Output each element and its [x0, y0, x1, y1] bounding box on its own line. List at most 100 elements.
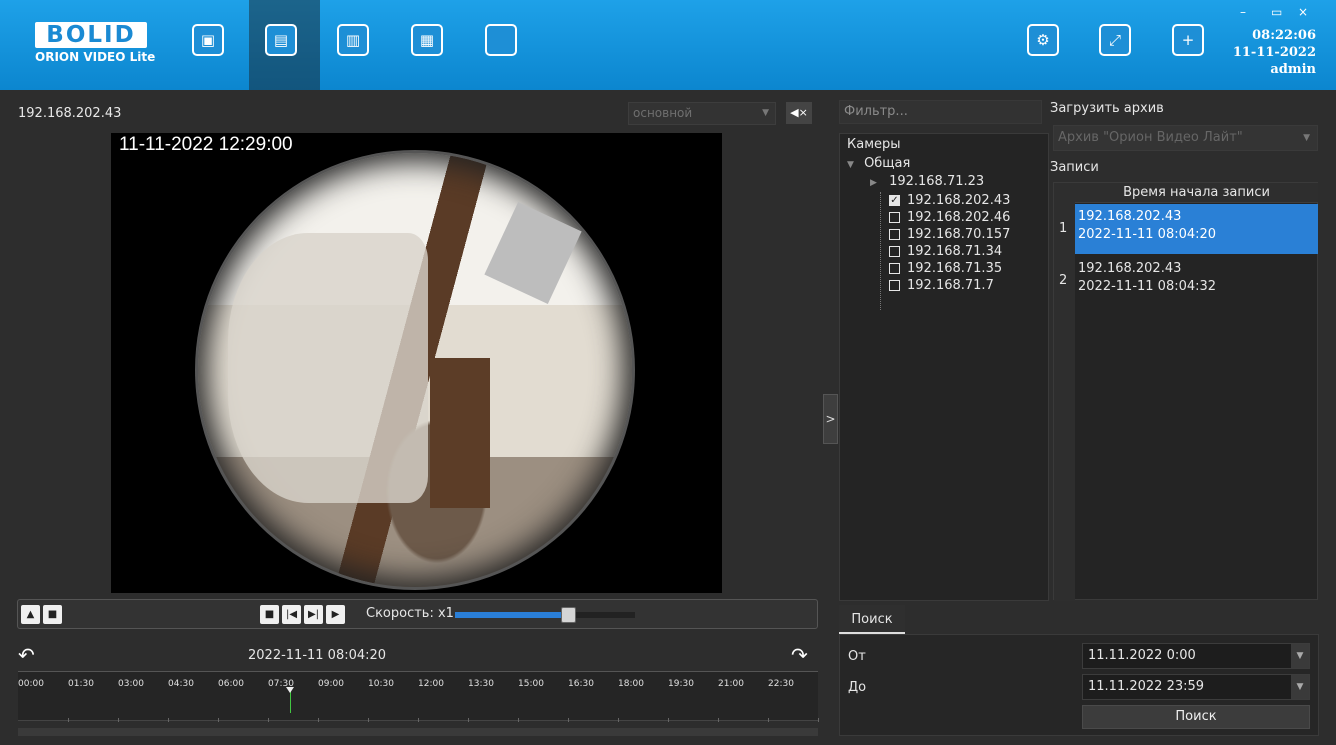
video-projector-shape — [484, 201, 582, 305]
timeline-tick-label: 13:30 — [468, 679, 494, 689]
timeline-tick-label: 06:00 — [218, 679, 244, 689]
nav-plan-button[interactable]: ▦ — [411, 24, 443, 56]
timeline-forward-button[interactable]: ↷ — [791, 643, 808, 667]
step-back-button[interactable]: |◀ — [282, 605, 301, 624]
archive-source-value: Архив "Орион Видео Лайт" — [1058, 130, 1243, 145]
timeline-scrollbar[interactable] — [18, 728, 818, 736]
clock-time: 08:22:06 — [1252, 28, 1316, 43]
camera-tree: Камеры ▼ Общая ▶ 192.168.71.23 ✓ 192.168.… — [839, 133, 1049, 601]
add-window-button[interactable]: + — [1172, 24, 1204, 56]
search-button[interactable]: Поиск — [1082, 705, 1310, 729]
from-date-field[interactable]: 11.11.2022 0:00 ▼ — [1082, 643, 1310, 669]
timeline-tick-mark — [568, 718, 569, 722]
timeline-tick-mark — [618, 718, 619, 722]
settings-button[interactable]: ⚙ — [1027, 24, 1059, 56]
timeline-tick-label: 22:30 — [768, 679, 794, 689]
tree-connector-line — [880, 192, 881, 310]
checkbox-checked[interactable]: ✓ — [889, 195, 900, 206]
maximize-icon[interactable]: ▭ — [1271, 5, 1282, 19]
tab-search[interactable]: Поиск — [839, 605, 905, 634]
records-table-row[interactable]: 2 192.168.202.43 2022-11-11 08:04:32 — [1054, 256, 1318, 306]
tree-camera-item[interactable]: ✓ 192.168.202.43 — [889, 192, 1010, 209]
timeline-tick-mark — [168, 718, 169, 722]
timeline-back-button[interactable]: ↶ — [18, 643, 35, 667]
save-button[interactable]: ■ — [43, 605, 62, 624]
video-view[interactable]: 11-11-2022 12:29:00 — [111, 133, 722, 593]
tree-camera-list: ✓ 192.168.202.43 192.168.202.46 192.168.70.… — [889, 192, 1010, 294]
speaker-mute-icon: ◀× — [790, 106, 808, 119]
nav-monitor-button[interactable] — [485, 24, 517, 56]
tree-camera-item[interactable]: 192.168.71.35 — [889, 260, 1010, 277]
speed-slider-fill — [455, 612, 568, 618]
checkbox[interactable] — [889, 229, 900, 240]
speed-label: Скорость: x1 — [366, 606, 454, 621]
nav-archive-button[interactable]: ▤ — [265, 24, 297, 56]
archive-clapper-icon: ▤ — [273, 31, 289, 49]
checkbox[interactable] — [889, 246, 900, 257]
close-icon[interactable]: × — [1298, 5, 1308, 19]
tree-camera-ip: 192.168.70.157 — [907, 227, 1011, 242]
record-cell[interactable]: 192.168.202.43 2022-11-11 08:04:32 — [1075, 256, 1318, 306]
tree-camera-item[interactable]: 192.168.71.7 — [889, 277, 1010, 294]
chevron-down-icon[interactable]: ▼ — [1291, 675, 1309, 699]
checkbox[interactable] — [889, 280, 900, 291]
video-wall-shape — [228, 233, 428, 503]
tree-camera-item[interactable]: 192.168.71.34 — [889, 243, 1010, 260]
snapshot-button[interactable]: ▲ — [21, 605, 40, 624]
timeline-tick-mark — [318, 718, 319, 722]
tree-camera-ip: 192.168.71.35 — [907, 261, 1003, 276]
save-icon: ■ — [47, 609, 58, 620]
timeline-tick-label: 19:30 — [668, 679, 694, 689]
camera-filter-input[interactable]: Фильтр... — [839, 100, 1042, 124]
stop-button[interactable]: ■ — [260, 605, 279, 624]
records-table: Время начала записи 1 192.168.202.43 2022-… — [1053, 182, 1318, 601]
archive-source-select[interactable]: Архив "Орион Видео Лайт" ▼ — [1053, 125, 1318, 151]
speed-slider-handle[interactable] — [561, 607, 576, 623]
load-archive-label: Загрузить архив — [1050, 101, 1164, 116]
mute-button[interactable]: ◀× — [786, 102, 812, 124]
step-back-icon: |◀ — [285, 609, 298, 620]
play-button[interactable]: ▶ — [326, 605, 345, 624]
collapse-panel-button[interactable]: > — [823, 394, 838, 444]
playback-control-bar: ▲ ■ ■ |◀ ▶| ▶ Скорость: x1 — [17, 599, 818, 629]
timeline-position-marker[interactable] — [286, 687, 294, 713]
timeline-tick-mark — [718, 718, 719, 722]
search-panel: От 11.11.2022 0:00 ▼ До 11.11.2022 23:59… — [839, 634, 1319, 736]
clock: 08:22:06 11-11-2022 admin — [1232, 27, 1316, 78]
speed-slider[interactable] — [455, 607, 635, 623]
camera-icon: ▣ — [200, 31, 216, 49]
timeline-tick-mark — [468, 718, 469, 722]
record-ip: 192.168.202.43 — [1078, 261, 1182, 276]
stream-select[interactable]: основной ▼ — [628, 102, 776, 125]
video-timestamp-overlay: 11-11-2022 12:29:00 — [119, 134, 293, 155]
to-date-field[interactable]: 11.11.2022 23:59 ▼ — [1082, 674, 1310, 700]
tree-subgroup[interactable]: ▶ 192.168.71.23 — [870, 174, 984, 189]
timeline-current-time: 2022-11-11 08:04:20 — [248, 648, 387, 663]
timeline-tick-label: 03:00 — [118, 679, 144, 689]
row-number: 2 — [1059, 273, 1068, 288]
tree-camera-item[interactable]: 192.168.70.157 — [889, 226, 1010, 243]
step-forward-button[interactable]: ▶| — [304, 605, 323, 624]
minimize-icon[interactable]: – — [1240, 5, 1246, 19]
checkbox[interactable] — [889, 263, 900, 274]
records-table-row[interactable]: 1 192.168.202.43 2022-11-11 08:04:20 — [1054, 204, 1318, 254]
timeline-tick-label: 15:00 — [518, 679, 544, 689]
stream-select-value: основной — [633, 106, 693, 120]
chevron-down-icon[interactable]: ▼ — [1291, 644, 1309, 668]
video-door-shape — [430, 358, 490, 508]
records-column-header[interactable]: Время начала записи — [1075, 183, 1318, 203]
row-number: 1 — [1059, 221, 1068, 236]
timeline[interactable]: 00:00 01:30 03:00 04:30 06:00 07:30 09:00 10:30… — [18, 671, 819, 722]
fullscreen-button[interactable]: ⤢ — [1099, 24, 1131, 56]
record-cell[interactable]: 192.168.202.43 2022-11-11 08:04:20 — [1075, 204, 1318, 254]
to-label: До — [848, 680, 867, 695]
to-date-value: 11.11.2022 23:59 — [1088, 679, 1205, 694]
checkbox[interactable] — [889, 212, 900, 223]
nav-reports-button[interactable]: ▥ — [337, 24, 369, 56]
nav-cameras-button[interactable]: ▣ — [192, 24, 224, 56]
tree-camera-item[interactable]: 192.168.202.46 — [889, 209, 1010, 226]
tree-group-general[interactable]: ▼ Общая — [847, 156, 910, 171]
timeline-tick-label: 18:00 — [618, 679, 644, 689]
add-window-icon: + — [1181, 31, 1195, 49]
arrow-forward-icon: ↷ — [791, 643, 808, 667]
